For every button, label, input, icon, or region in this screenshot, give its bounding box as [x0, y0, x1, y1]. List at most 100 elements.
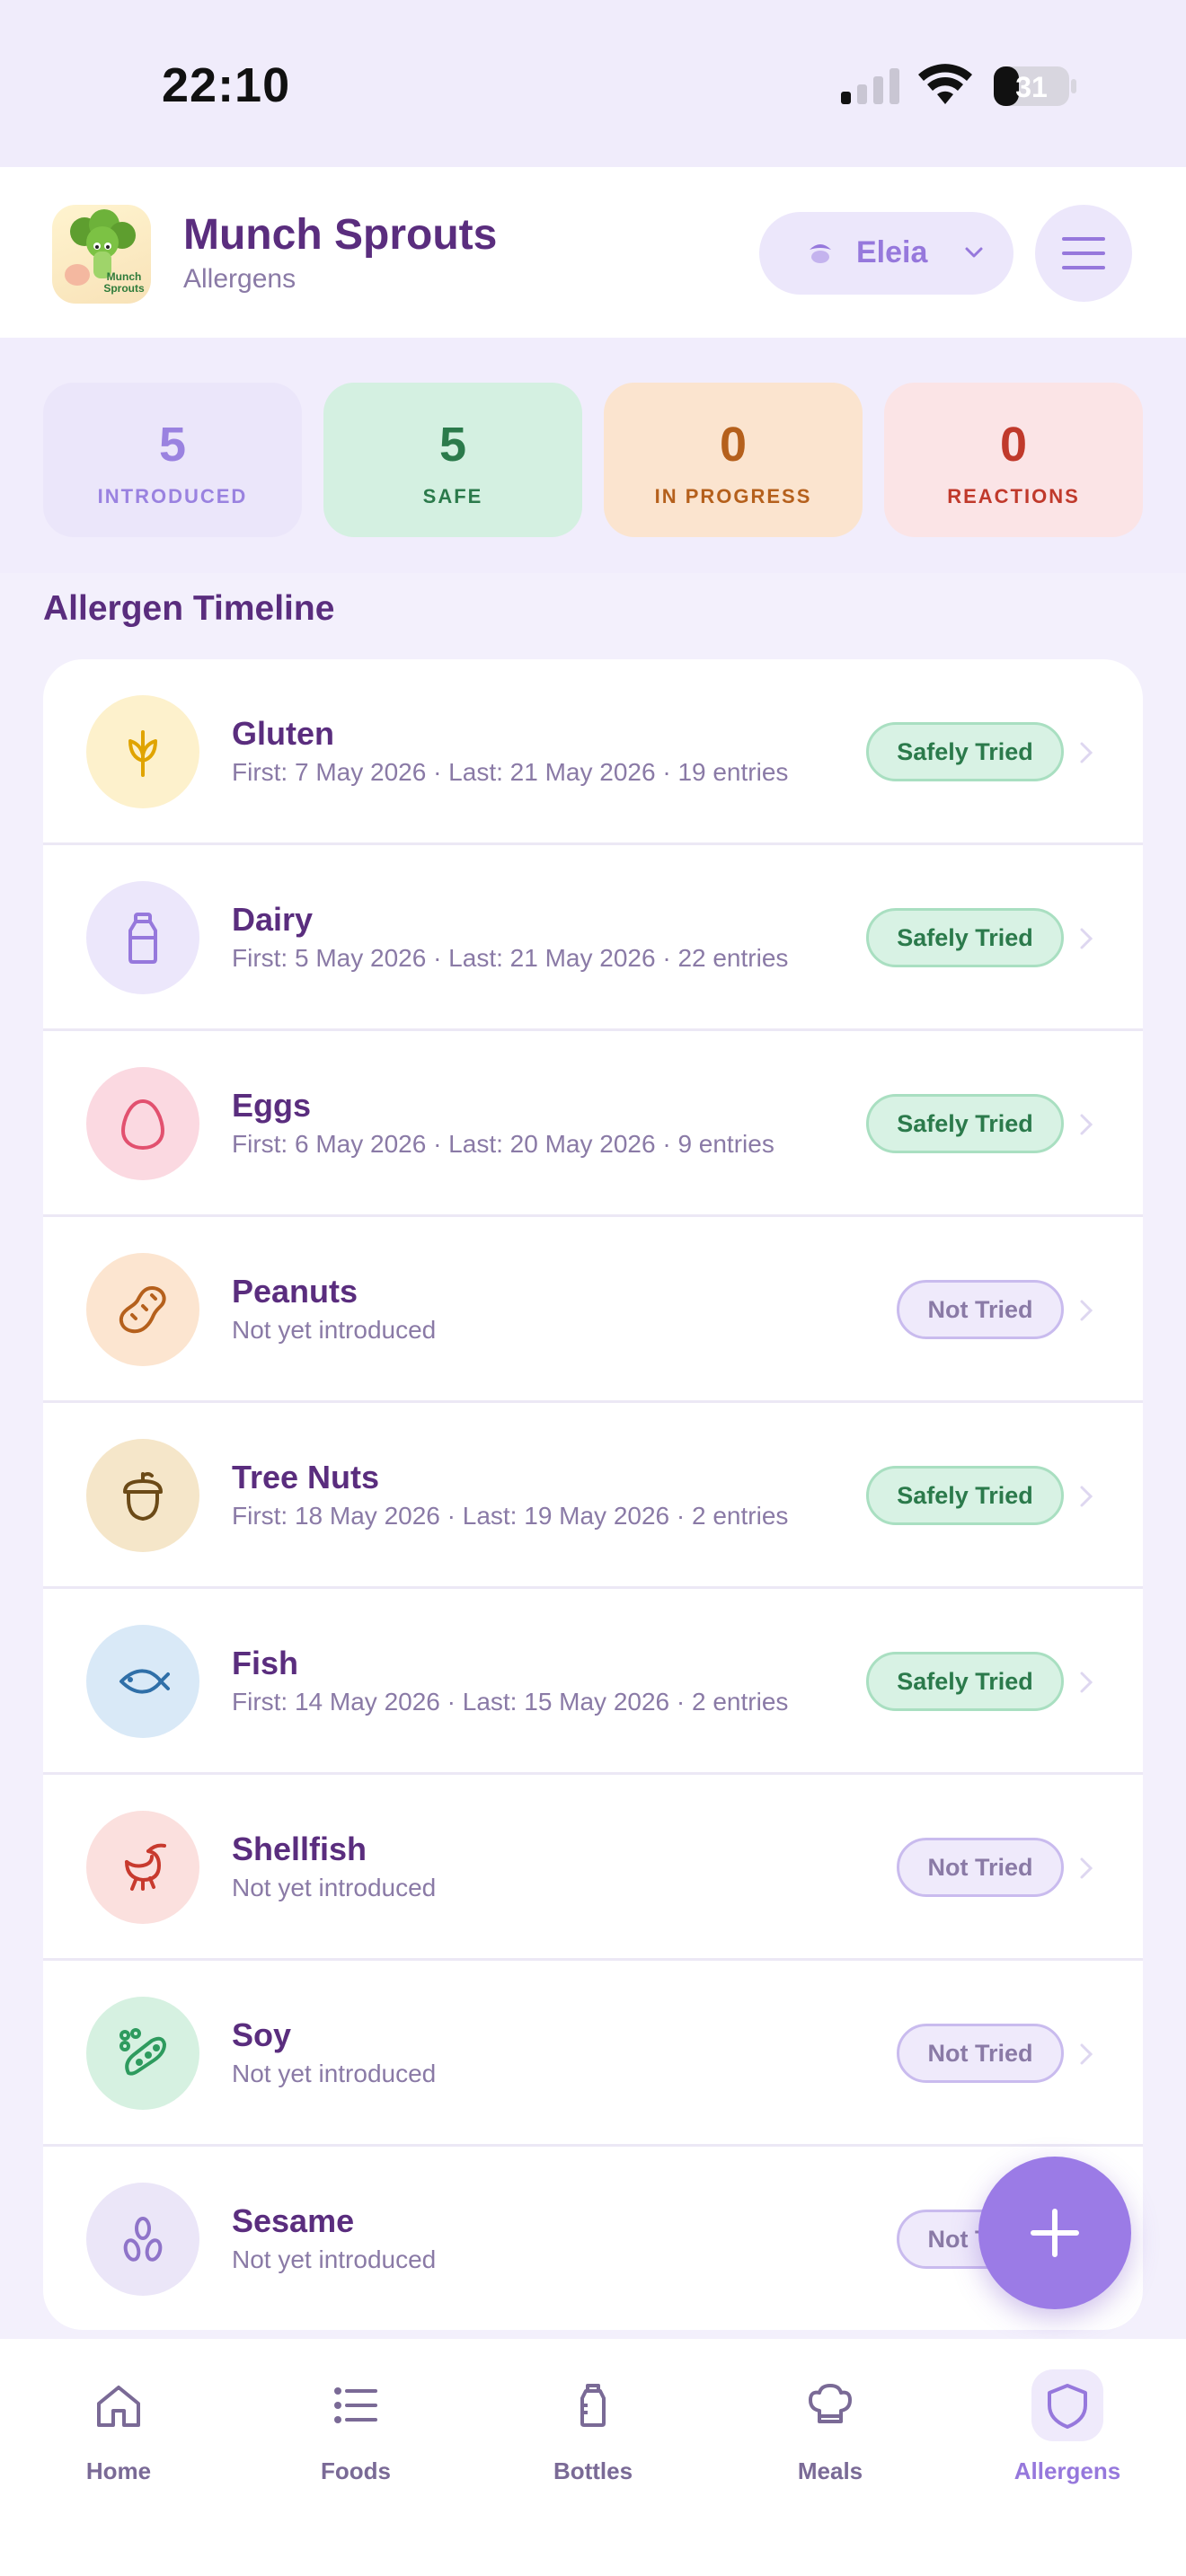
chevron-right-icon [1080, 1857, 1093, 1879]
allergen-row-gluten[interactable]: Gluten First: 7 May 2026 · Last: 21 May … [43, 659, 1143, 845]
section-title: Allergen Timeline [43, 589, 335, 628]
milk-bottle-icon [128, 913, 157, 964]
chef-hat-icon [809, 2384, 852, 2423]
chevron-right-icon [1080, 742, 1093, 763]
soybean-icon [119, 2028, 166, 2076]
tab-label: Foods [321, 2457, 391, 2484]
tab-icon-wrap [794, 2369, 866, 2441]
tab-bottles[interactable]: Bottles [474, 2339, 712, 2519]
allergen-meta: First: 14 May 2026 · Last: 15 May 2026 ·… [232, 1688, 789, 1716]
bottom-tab-bar: Home Foods Bottles Meals Allergens [0, 2339, 1186, 2576]
allergen-name: Shellfish [232, 1831, 367, 1867]
chevron-right-icon [1080, 2043, 1093, 2065]
tab-allergens[interactable]: Allergens [949, 2339, 1186, 2519]
allergen-meta: Not yet introduced [232, 2060, 437, 2087]
stat-introduced: 5 INTRODUCED [43, 383, 302, 537]
child-avatar-icon [810, 244, 831, 263]
egg-icon [120, 1098, 165, 1151]
status-bar: 22:10 31 [0, 0, 1186, 167]
shrimp-icon [125, 1843, 166, 1891]
child-name: Eleia [856, 235, 928, 269]
stat-value: 5 [158, 418, 187, 472]
allergen-icon-circle [86, 1811, 199, 1924]
stat-value: 0 [999, 418, 1028, 472]
battery-level: 31 [1015, 71, 1048, 103]
app-logo: Munch Sprouts [52, 205, 151, 304]
tab-icon-wrap [83, 2369, 155, 2441]
stat-label: REACTIONS [947, 485, 1080, 507]
allergen-icon-circle [86, 1439, 199, 1552]
allergen-icon-circle [86, 881, 199, 994]
allergen-name: Eggs [232, 1087, 312, 1124]
status-badge: Safely Tried [866, 1652, 1064, 1711]
fish-icon [119, 1669, 170, 1694]
allergen-name: Dairy [232, 901, 314, 938]
allergen-row-tree-nuts[interactable]: Tree Nuts First: 18 May 2026 · Last: 19 … [43, 1403, 1143, 1589]
wifi-icon [918, 64, 972, 104]
allergen-icon-circle [86, 1997, 199, 2110]
status-badge: Safely Tried [866, 1466, 1064, 1525]
allergen-row-dairy[interactable]: Dairy First: 5 May 2026 · Last: 21 May 2… [43, 845, 1143, 1031]
allergen-name: Sesame [232, 2202, 355, 2239]
tab-meals[interactable]: Meals [712, 2339, 949, 2519]
acorn-icon [123, 1472, 163, 1521]
allergen-icon-circle [86, 2183, 199, 2296]
add-entry-button[interactable] [978, 2157, 1131, 2309]
allergen-name: Tree Nuts [232, 1459, 380, 1495]
allergen-meta: Not yet introduced [232, 1316, 437, 1344]
wheat-icon [128, 730, 157, 777]
stat-safe: 5 SAFE [323, 383, 582, 537]
status-badge: Safely Tried [866, 722, 1064, 781]
allergen-icon-circle [86, 1067, 199, 1180]
status-badge: Not Tried [897, 1280, 1064, 1339]
chevron-right-icon [1080, 1300, 1093, 1321]
tab-icon-wrap [320, 2369, 392, 2441]
summary-stats: 5 INTRODUCED 5 SAFE 0 IN PROGRESS 0 REAC… [0, 338, 1186, 573]
status-badge: Safely Tried [866, 908, 1064, 967]
status-badge: Safely Tried [866, 1094, 1064, 1153]
allergen-icon-circle [86, 1625, 199, 1738]
stat-value: 0 [719, 418, 748, 472]
allergen-meta: Not yet introduced [232, 2245, 437, 2273]
tab-label: Home [85, 2457, 152, 2484]
chevron-right-icon [1080, 1114, 1093, 1135]
tab-home[interactable]: Home [0, 2339, 237, 2519]
tab-icon-wrap [557, 2369, 629, 2441]
page-subtitle: Allergens [183, 264, 296, 294]
allergen-name: Fish [232, 1645, 299, 1681]
bottle-icon [580, 2384, 606, 2427]
allergen-row-soy[interactable]: Soy Not yet introduced Not Tried [43, 1961, 1143, 2147]
allergen-row-eggs[interactable]: Eggs First: 6 May 2026 · Last: 20 May 20… [43, 1031, 1143, 1217]
stat-value: 5 [438, 418, 467, 472]
battery-icon: 31 [994, 66, 1076, 106]
allergen-name: Gluten [232, 715, 334, 752]
cellular-signal-icon [841, 68, 899, 104]
tab-label: Meals [797, 2457, 863, 2484]
allergen-row-peanuts[interactable]: Peanuts Not yet introduced Not Tried [43, 1217, 1143, 1403]
tab-label: Bottles [553, 2457, 633, 2484]
menu-button[interactable] [1035, 205, 1132, 302]
allergen-list: Gluten First: 7 May 2026 · Last: 21 May … [43, 659, 1143, 2330]
broccoli-logo-icon: Munch Sprouts [65, 209, 145, 295]
child-selector[interactable]: Eleia [759, 212, 1013, 295]
stat-label: SAFE [422, 485, 483, 507]
app-header: Munch Sprouts Munch Sprouts Allergens El… [0, 167, 1186, 338]
shield-icon [1048, 2384, 1087, 2429]
svg-text:Munch: Munch [107, 270, 142, 283]
status-badge: Not Tried [897, 1838, 1064, 1897]
peanut-icon [119, 1285, 166, 1334]
allergen-name: Peanuts [232, 1273, 358, 1310]
sesame-icon [123, 2217, 163, 2262]
allergen-icon-circle [86, 1253, 199, 1366]
stat-reactions: 0 REACTIONS [884, 383, 1143, 537]
allergen-meta: First: 5 May 2026 · Last: 21 May 2026 · … [232, 944, 789, 972]
allergen-row-fish[interactable]: Fish First: 14 May 2026 · Last: 15 May 2… [43, 1589, 1143, 1775]
svg-text:Sprouts: Sprouts [103, 282, 145, 295]
tab-foods[interactable]: Foods [237, 2339, 474, 2519]
allergen-row-shellfish[interactable]: Shellfish Not yet introduced Not Tried [43, 1775, 1143, 1961]
chevron-right-icon [1080, 1672, 1093, 1693]
allergen-meta: First: 6 May 2026 · Last: 20 May 2026 · … [232, 1130, 774, 1158]
allergen-icon-circle [86, 695, 199, 808]
stat-label: IN PROGRESS [654, 485, 812, 507]
chevron-right-icon [1080, 928, 1093, 949]
